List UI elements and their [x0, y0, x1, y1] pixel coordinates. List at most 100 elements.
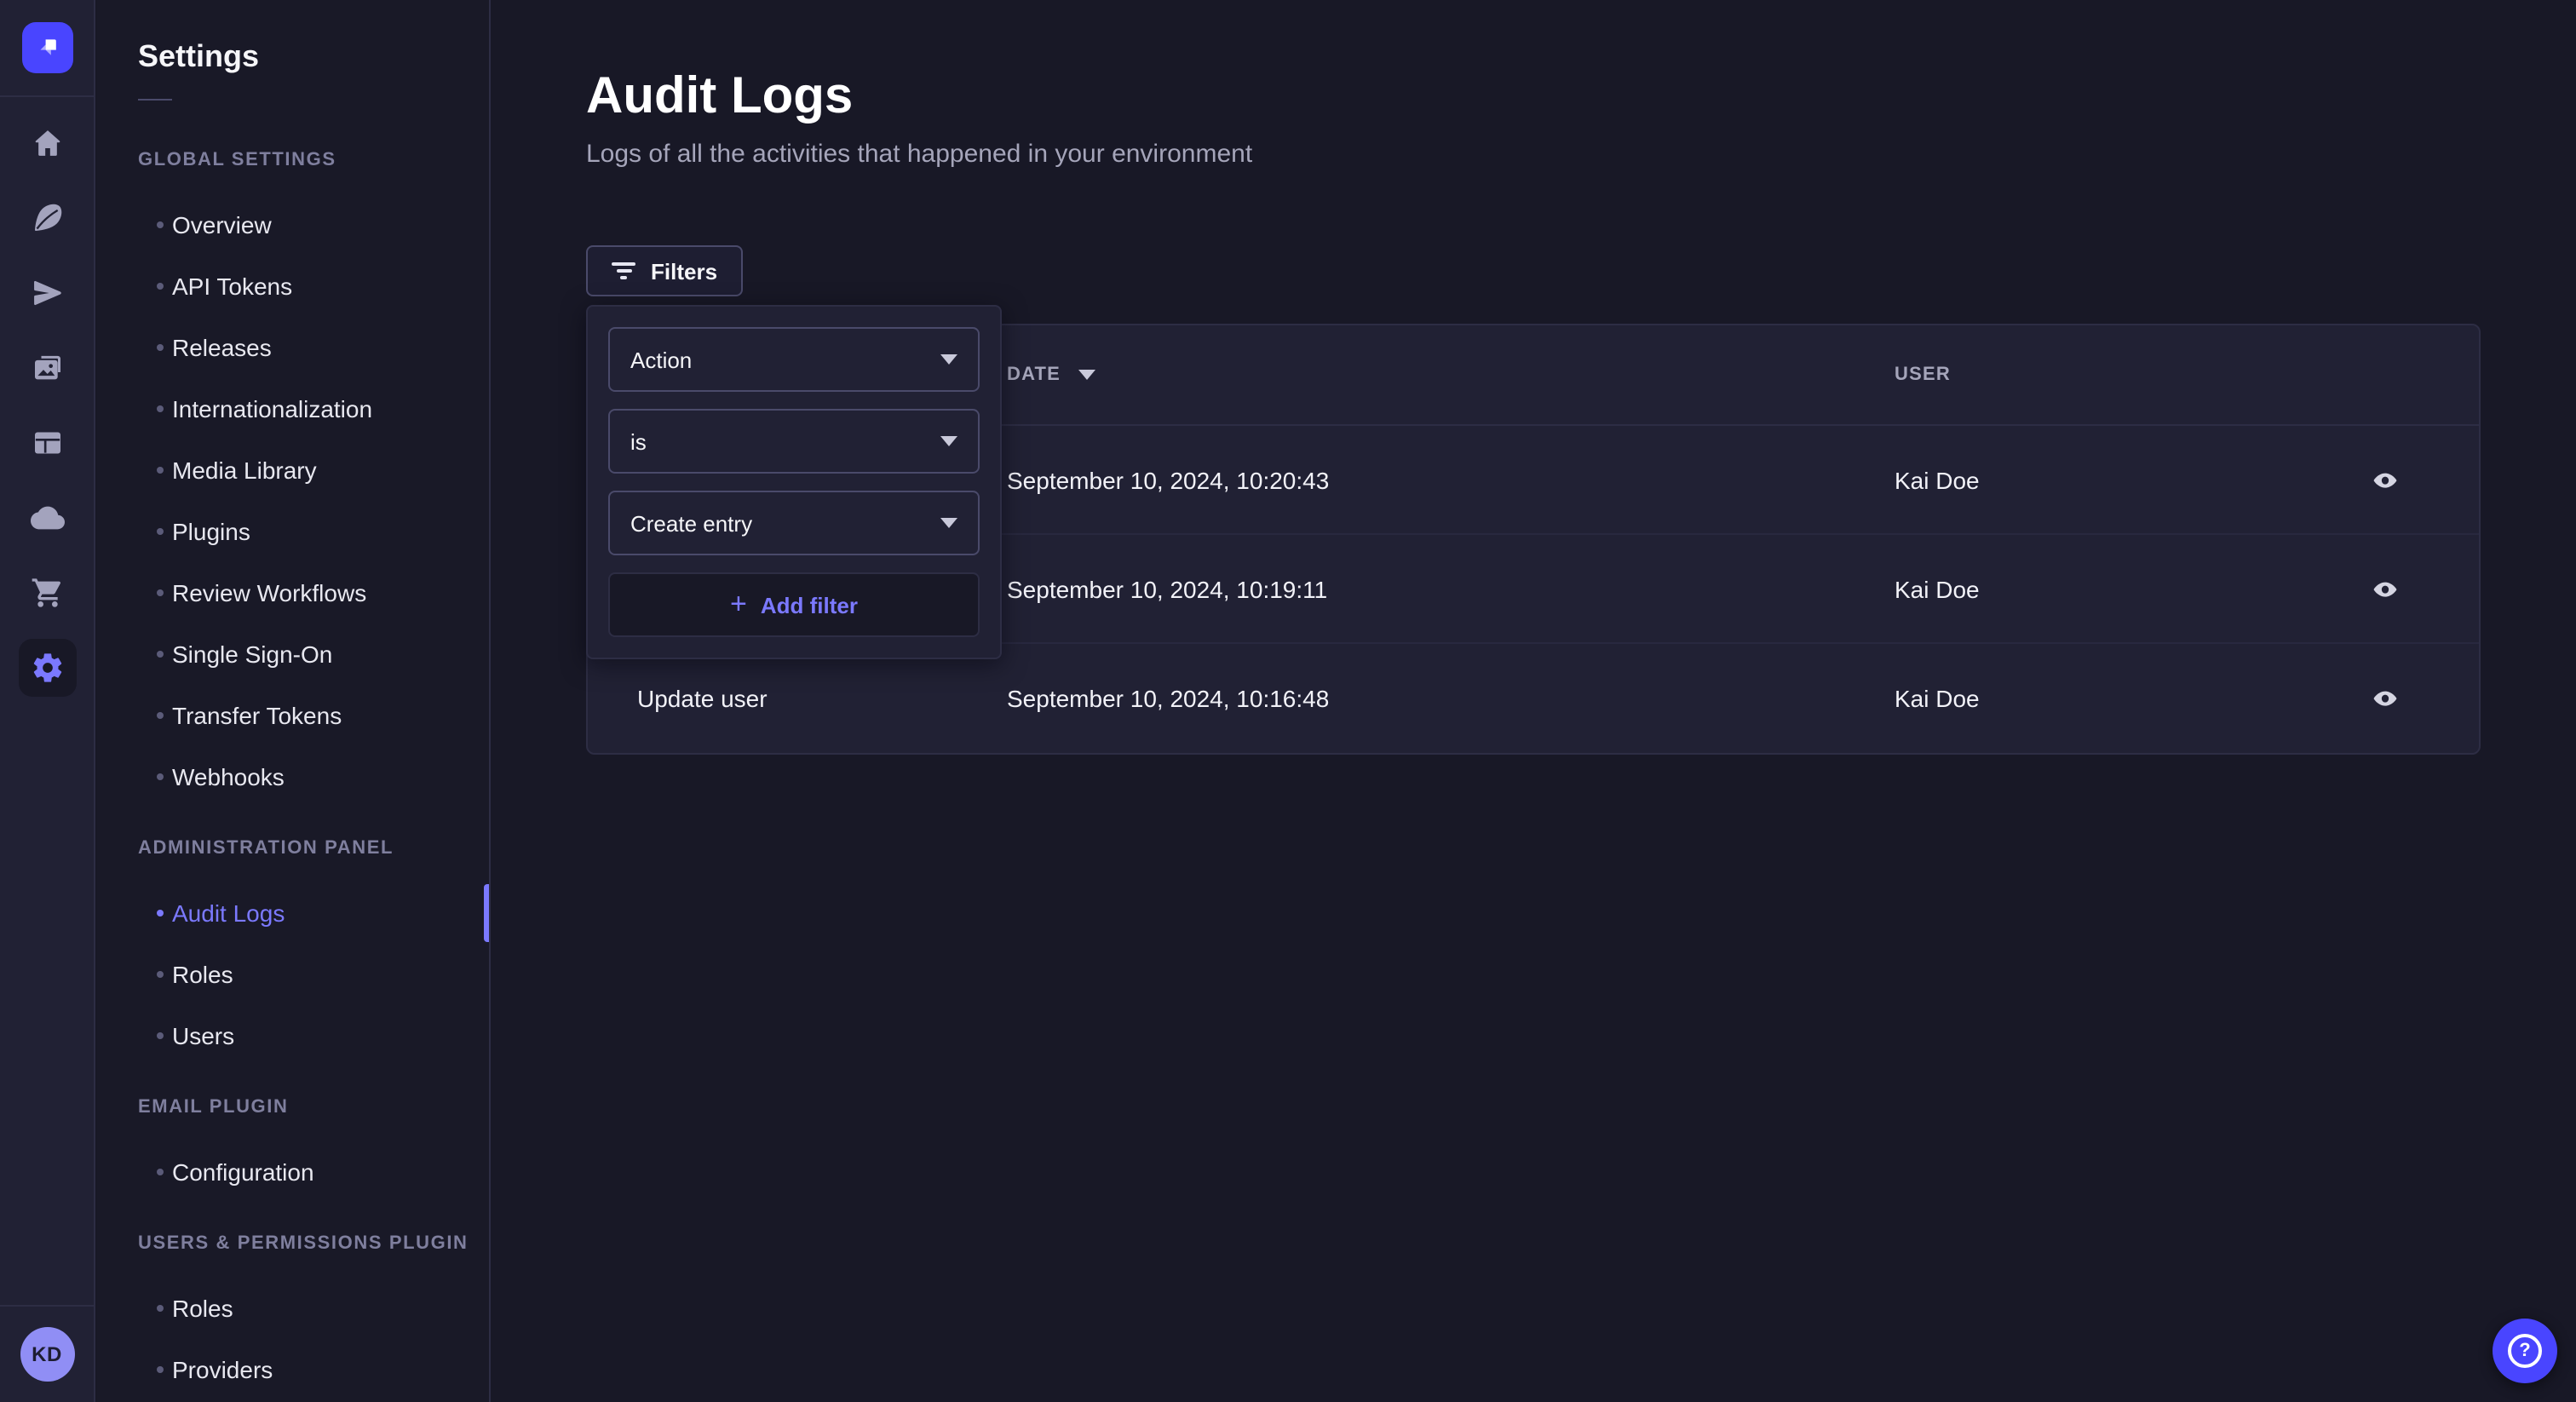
sidebar-item-label: Media Library	[172, 457, 317, 484]
bullet-icon	[157, 1366, 164, 1373]
view-details-button[interactable]	[2365, 678, 2406, 719]
bullet-icon	[157, 344, 164, 351]
sidebar-item-label: Single Sign-On	[172, 641, 332, 668]
sidebar-item-label: Roles	[172, 961, 233, 988]
bullet-icon	[157, 405, 164, 412]
table-row: Update user September 10, 2024, 10:16:48…	[588, 644, 2479, 753]
column-header-date-label: DATE	[1007, 365, 1061, 385]
cell-date: September 10, 2024, 10:20:43	[1007, 466, 1329, 493]
sidebar-item-label: Webhooks	[172, 763, 285, 790]
sidebar-item-up-providers[interactable]: Providers	[97, 1339, 489, 1400]
sidebar-item-internationalization[interactable]: Internationalization	[97, 378, 489, 440]
section-label-administration-panel: ADMINISTRATION PANEL	[138, 836, 489, 860]
bullet-icon	[157, 971, 164, 978]
nav-list-global-settings: Overview API Tokens Releases Internation…	[97, 194, 489, 807]
chevron-down-icon	[940, 436, 957, 446]
sidebar-item-label: Overview	[172, 211, 272, 238]
sidebar-item-label: Releases	[172, 334, 272, 361]
sidebar-item-releases[interactable]: Releases	[97, 317, 489, 378]
sidebar-item-email-configuration[interactable]: Configuration	[97, 1141, 489, 1203]
layout-icon[interactable]	[18, 414, 76, 472]
bullet-icon	[157, 712, 164, 719]
cloud-icon[interactable]	[18, 489, 76, 547]
question-mark-icon: ?	[2508, 1334, 2542, 1368]
page-subtitle: Logs of all the activities that happened…	[586, 140, 2576, 170]
rail-divider	[0, 95, 95, 97]
bullet-icon	[157, 589, 164, 596]
rail-bottom: KD	[0, 1305, 94, 1402]
cell-date: September 10, 2024, 10:19:11	[1007, 575, 1327, 602]
paper-plane-icon[interactable]	[18, 264, 76, 322]
bullet-icon	[157, 528, 164, 535]
feather-icon[interactable]	[18, 189, 76, 247]
cell-user: Kai Doe	[1895, 575, 1980, 602]
strapi-logo[interactable]	[21, 22, 72, 73]
sidebar-item-plugins[interactable]: Plugins	[97, 501, 489, 562]
strapi-logo-icon	[26, 27, 67, 68]
bullet-icon	[157, 1169, 164, 1175]
filters-button[interactable]: Filters	[586, 245, 743, 296]
sidebar-item-webhooks[interactable]: Webhooks	[97, 746, 489, 807]
home-icon[interactable]	[18, 114, 76, 172]
nav-list-users-permissions-plugin: Roles Providers	[97, 1278, 489, 1400]
cell-action: Update user	[637, 685, 768, 712]
sidebar-item-label: Configuration	[172, 1158, 314, 1186]
sidebar-item-transfer-tokens[interactable]: Transfer Tokens	[97, 685, 489, 746]
nav-list-administration-panel: Audit Logs Roles Users	[97, 882, 489, 1066]
help-button[interactable]: ?	[2493, 1319, 2557, 1383]
bullet-icon	[157, 221, 164, 228]
settings-sidebar: Settings GLOBAL SETTINGS Overview API To…	[97, 0, 491, 1402]
sidebar-item-audit-logs[interactable]: Audit Logs	[97, 882, 489, 944]
filter-operator-value: is	[630, 428, 647, 454]
filter-operator-select[interactable]: is	[608, 409, 980, 474]
filter-value-value: Create entry	[630, 510, 752, 536]
sidebar-item-admin-users[interactable]: Users	[97, 1005, 489, 1066]
cell-user: Kai Doe	[1895, 466, 1980, 493]
filter-field-select[interactable]: Action	[608, 327, 980, 392]
bullet-icon	[157, 910, 164, 916]
bullet-icon	[157, 651, 164, 658]
nav-rail: KD	[0, 0, 95, 1402]
sidebar-item-overview[interactable]: Overview	[97, 194, 489, 256]
chevron-down-icon	[940, 354, 957, 365]
chevron-down-icon	[940, 518, 957, 528]
page-title: Audit Logs	[586, 65, 2576, 129]
sidebar-item-single-sign-on[interactable]: Single Sign-On	[97, 623, 489, 685]
cell-date: September 10, 2024, 10:16:48	[1007, 685, 1329, 712]
bullet-icon	[157, 467, 164, 474]
sidebar-item-admin-roles[interactable]: Roles	[97, 944, 489, 1005]
filter-value-select[interactable]: Create entry	[608, 491, 980, 555]
eye-icon	[2372, 685, 2399, 712]
sidebar-item-review-workflows[interactable]: Review Workflows	[97, 562, 489, 623]
app-root: KD Settings GLOBAL SETTINGS Overview API…	[0, 0, 2576, 1402]
marketplace-cart-icon[interactable]	[18, 564, 76, 622]
bullet-icon	[157, 1305, 164, 1312]
sidebar-item-up-roles[interactable]: Roles	[97, 1278, 489, 1339]
filter-icon	[612, 262, 635, 279]
media-library-icon[interactable]	[18, 339, 76, 397]
sidebar-item-label: Users	[172, 1022, 234, 1049]
sidebar-item-api-tokens[interactable]: API Tokens	[97, 256, 489, 317]
eye-icon	[2372, 575, 2399, 602]
sidebar-item-label: Roles	[172, 1295, 233, 1322]
settings-gear-icon[interactable]	[18, 639, 76, 697]
main-content: Audit Logs Logs of all the activities th…	[491, 0, 2576, 1402]
sidebar-title: Settings	[138, 37, 489, 75]
add-filter-button[interactable]: + Add filter	[608, 572, 980, 637]
column-header-date[interactable]: DATE	[1007, 365, 1095, 385]
bullet-icon	[157, 773, 164, 780]
view-details-button[interactable]	[2365, 568, 2406, 609]
sidebar-title-divider	[138, 99, 172, 101]
user-avatar[interactable]: KD	[20, 1327, 74, 1382]
sort-descending-icon[interactable]	[1078, 370, 1095, 380]
sidebar-item-media-library[interactable]: Media Library	[97, 440, 489, 501]
filter-popup: Action is Create entry + Add filter	[586, 305, 1002, 659]
view-details-button[interactable]	[2365, 459, 2406, 500]
section-label-email-plugin: EMAIL PLUGIN	[138, 1095, 489, 1119]
section-label-global-settings: GLOBAL SETTINGS	[138, 148, 489, 172]
sidebar-item-label: Plugins	[172, 518, 250, 545]
nav-list-email-plugin: Configuration	[97, 1141, 489, 1203]
bullet-icon	[157, 283, 164, 290]
bullet-icon	[157, 1032, 164, 1039]
column-header-user-label: USER	[1895, 365, 1951, 385]
